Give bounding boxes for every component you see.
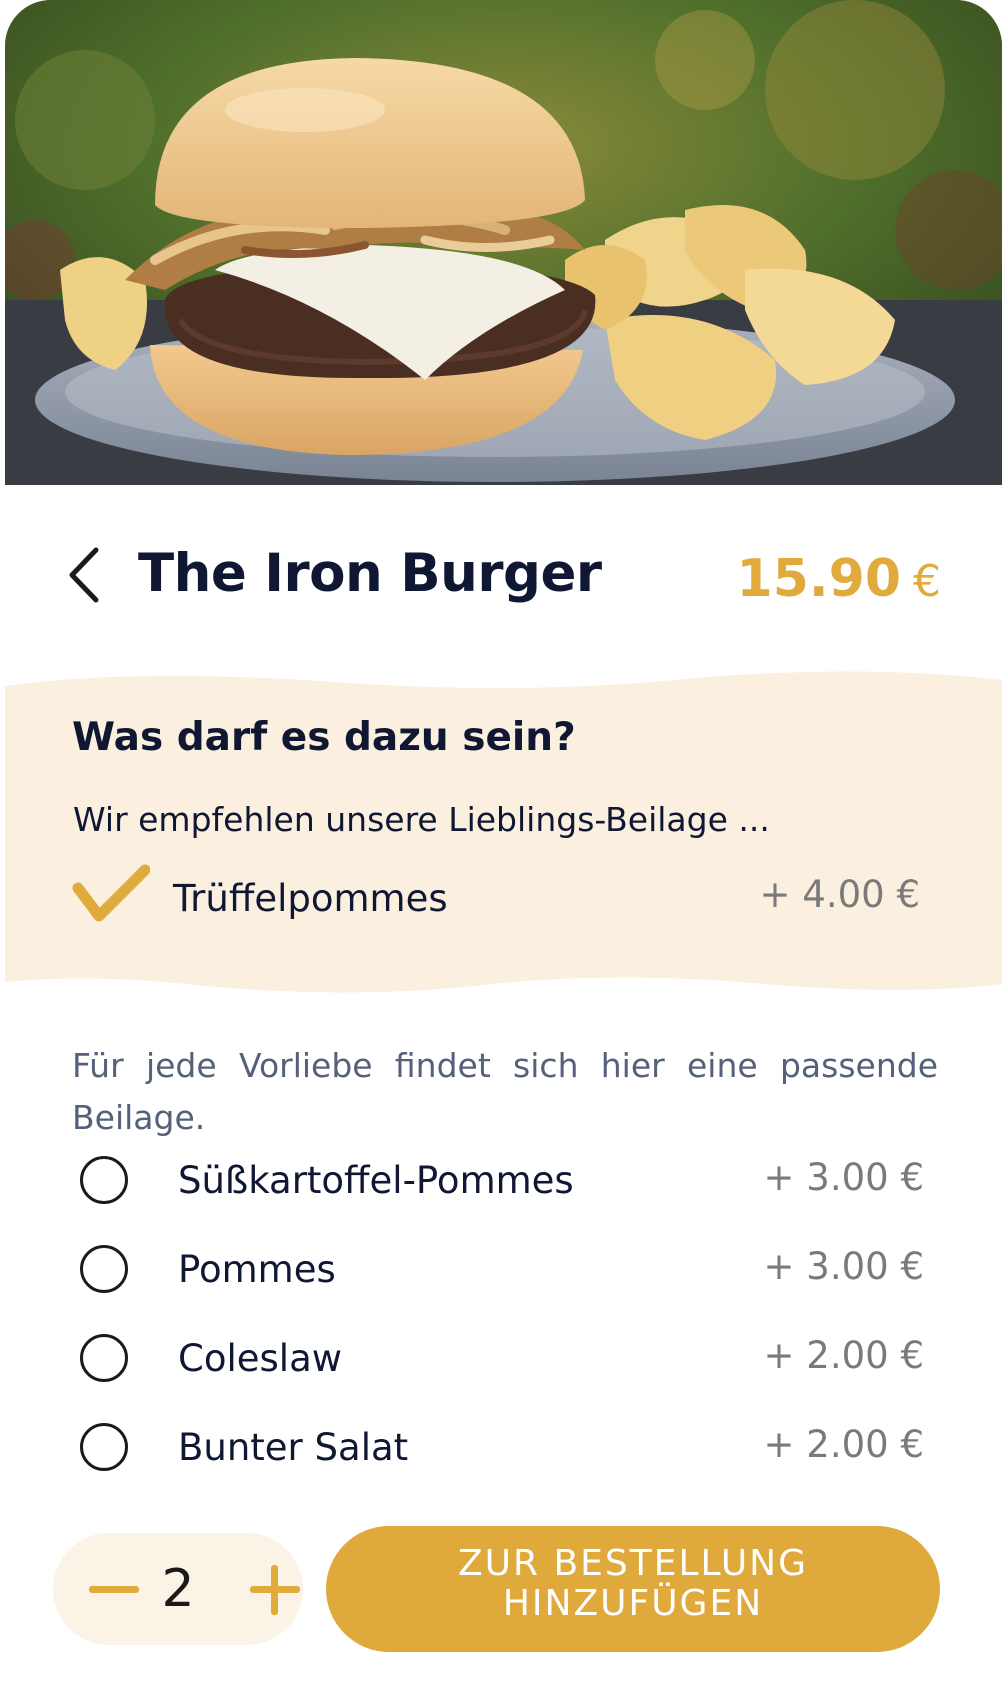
recommended-side-price: + 4.00 € [759, 873, 920, 916]
burger-illustration [5, 0, 1002, 485]
recommendation-heading: Was darf es dazu sein? [72, 715, 576, 760]
add-to-order-button[interactable]: ZUR BESTELLUNG HINZUFÜGEN [326, 1526, 940, 1652]
increase-quantity-button[interactable] [238, 1533, 310, 1645]
product-title: The Iron Burger [138, 543, 602, 604]
side-option-bunter-salat[interactable]: Bunter Salat + 2.00 € [80, 1417, 924, 1481]
side-option-suesskartoffel-pommes[interactable]: Süßkartoffel-Pommes + 3.00 € [80, 1150, 924, 1214]
side-option-label: Süßkartoffel-Pommes [178, 1159, 574, 1202]
product-photo [5, 0, 1002, 485]
back-button[interactable] [62, 542, 112, 608]
decrease-quantity-button[interactable] [77, 1533, 149, 1645]
side-option-price: + 2.00 € [763, 1334, 924, 1377]
radio-button[interactable] [80, 1245, 128, 1293]
side-option-label: Coleslaw [178, 1337, 343, 1380]
side-option-label: Bunter Salat [178, 1426, 409, 1469]
radio-button[interactable] [80, 1156, 128, 1204]
recommended-side-option[interactable]: Trüffelpommes + 4.00 € [70, 858, 920, 938]
side-option-pommes[interactable]: Pommes + 3.00 € [80, 1239, 924, 1303]
minus-icon [89, 1586, 139, 1593]
quantity-value: 2 [161, 1559, 195, 1619]
price-currency: € [913, 556, 941, 607]
recommendation-subtitle: Wir empfehlen unsere Lieblings-Beilage .… [73, 800, 770, 839]
product-detail-screen: The Iron Burger 15.90 € Was darf es dazu … [0, 0, 1007, 1692]
side-option-price: + 3.00 € [763, 1156, 924, 1199]
product-price: 15.90 € [737, 541, 941, 617]
sides-intro-text: Für jede Vorliebe findet sich hier eine … [72, 1046, 938, 1137]
side-option-price: + 2.00 € [763, 1423, 924, 1466]
price-value: 15.90 [736, 549, 901, 609]
side-option-coleslaw[interactable]: Coleslaw + 2.00 € [80, 1328, 924, 1392]
side-option-label: Pommes [178, 1248, 336, 1291]
checkmark-icon [72, 864, 150, 922]
radio-button[interactable] [80, 1423, 128, 1471]
quantity-stepper: 2 [53, 1533, 303, 1645]
radio-button[interactable] [80, 1334, 128, 1382]
chevron-left-icon [69, 547, 99, 603]
add-to-order-label: ZUR BESTELLUNG HINZUFÜGEN [458, 1543, 808, 1624]
side-option-price: + 3.00 € [763, 1245, 924, 1288]
recommended-side-label: Trüffelpommes [173, 877, 448, 920]
